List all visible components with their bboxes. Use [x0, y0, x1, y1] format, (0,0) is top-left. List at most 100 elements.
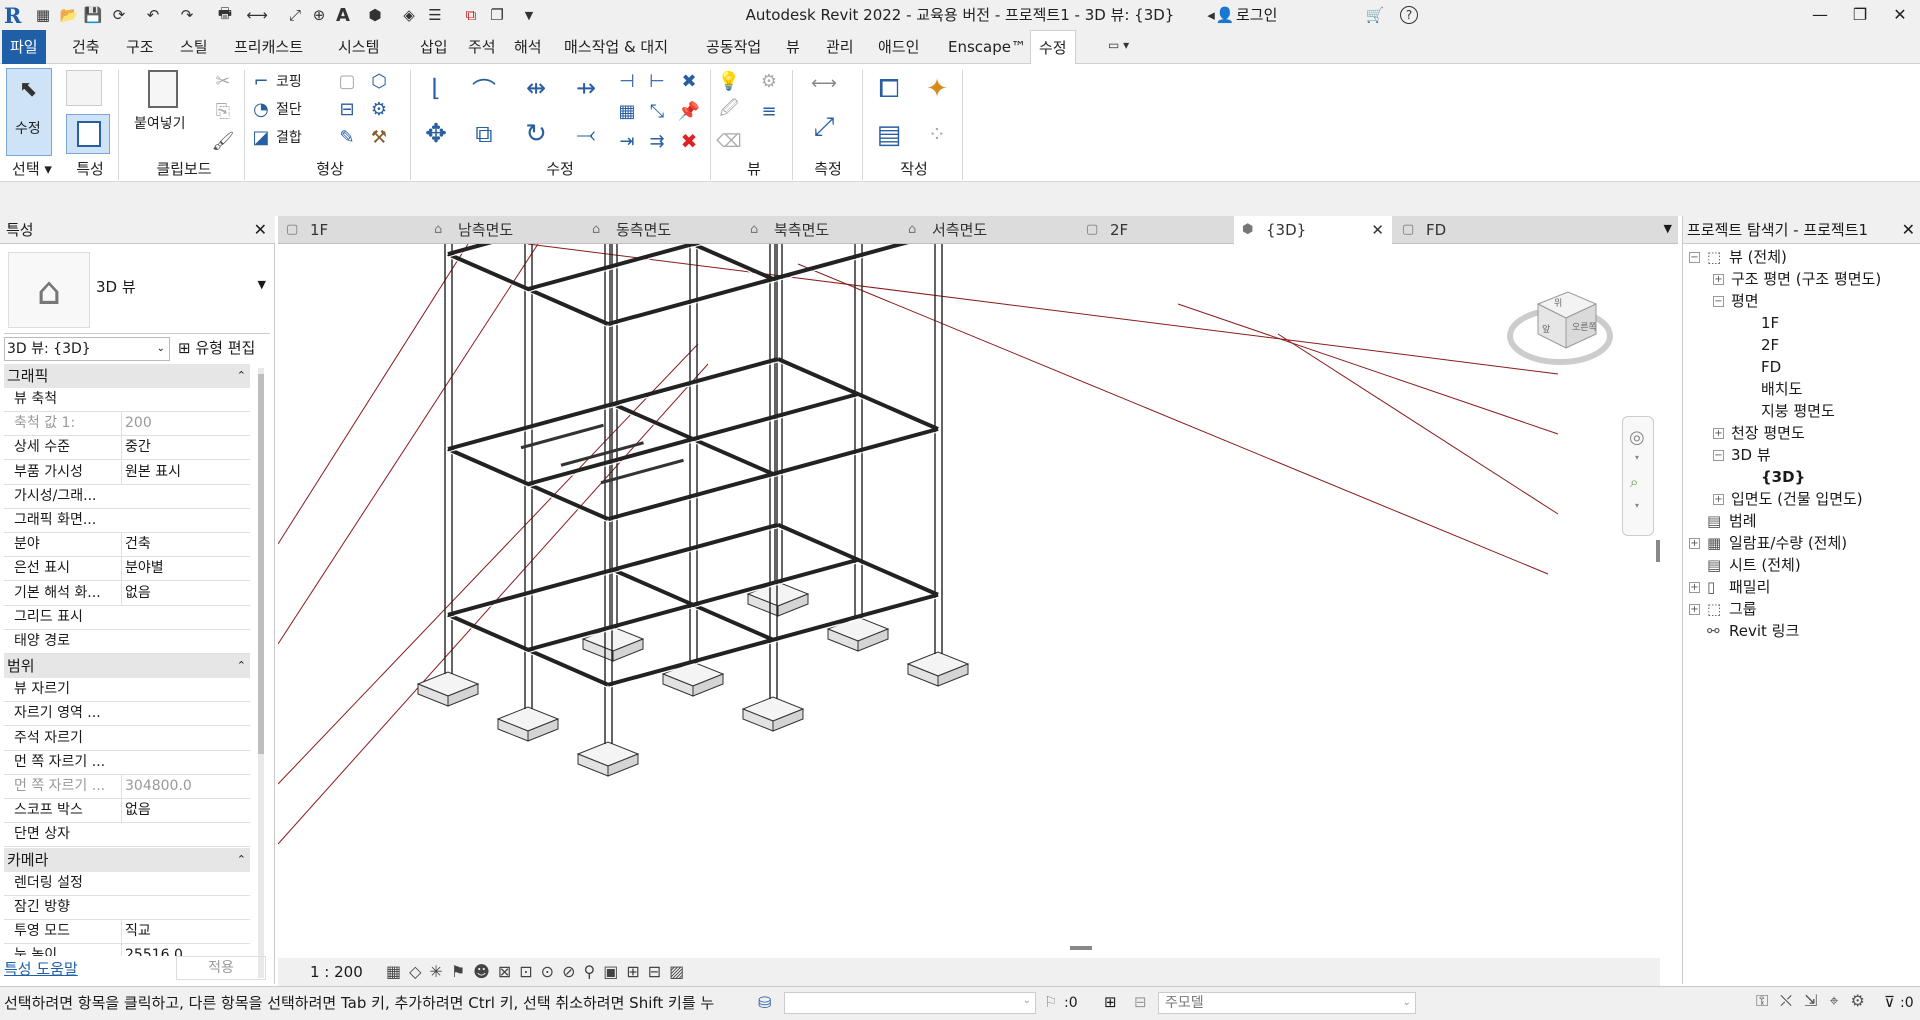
collapse-icon[interactable]: ⌃ — [237, 654, 246, 678]
panel-options-icon[interactable]: ▭ ▾ — [1108, 38, 1129, 52]
split-gap-icon[interactable]: ⊢ — [644, 68, 670, 94]
tree-node[interactable]: + ⬚ 그룹 — [1689, 598, 1909, 620]
property-value[interactable]: 없음 — [121, 581, 249, 605]
view-tab-3[interactable]: ⌂ 북측면도 — [742, 216, 898, 244]
tag-icon[interactable]: ⊕ — [308, 4, 330, 26]
close-icon[interactable]: ✕ — [254, 216, 267, 244]
pin-icon[interactable]: 📌 — [676, 98, 702, 124]
cut-icon[interactable]: ✂ — [210, 68, 236, 94]
view-tab-1[interactable]: ⌂ 남측면도 — [426, 216, 582, 244]
print-icon[interactable]: 🖶 — [214, 4, 236, 26]
menu-tab-7[interactable]: 주석 — [460, 30, 504, 64]
move-icon[interactable]: ✥ — [418, 116, 454, 152]
instance-selector[interactable]: 3D 뷰: {3D} ⌄ — [4, 337, 170, 361]
menu-tab-4[interactable]: 프리캐스트 — [226, 30, 311, 64]
menu-tab-2[interactable]: 구조 — [118, 30, 162, 64]
menu-tab-10[interactable]: 공동작업 — [698, 30, 769, 64]
property-group[interactable]: 범위 ⌃ — [4, 654, 250, 679]
scrollbar[interactable] — [258, 368, 264, 978]
tree-node[interactable]: ▤ 범례 — [1689, 510, 1909, 532]
menu-tab-14[interactable]: Enscape™ — [940, 30, 1034, 64]
menu-tab-11[interactable]: 뷰 — [778, 30, 808, 64]
restore-button[interactable]: ❐ — [1840, 0, 1880, 30]
steering-wheel-icon[interactable]: ◎ — [1629, 427, 1645, 448]
menu-tab-9[interactable]: 매스작업 & 대지 — [556, 30, 676, 64]
tree-node[interactable]: ⚯ Revit 링크 — [1689, 620, 1909, 642]
property-value[interactable]: 원본 표시 — [121, 460, 249, 484]
tree-node[interactable]: 1F — [1737, 312, 1920, 334]
create-similar-icon[interactable]: ⁘ — [918, 116, 956, 154]
edit-type-button[interactable]: ⊞ 유형 편집 — [174, 337, 270, 361]
expand-icon[interactable]: + — [1713, 428, 1724, 439]
join-icon[interactable]: ◪ — [248, 124, 274, 150]
active-option-icon[interactable]: ⊟ — [1134, 993, 1147, 1011]
create-parts-icon[interactable]: ✦ — [918, 70, 956, 108]
revit-logo-icon[interactable]: R — [4, 3, 26, 28]
create-group-icon[interactable]: ▤ — [870, 116, 908, 154]
linework-icon[interactable]: ✎ — [334, 124, 360, 150]
tree-node[interactable]: + 천장 평면도 — [1713, 422, 1920, 444]
tree-node[interactable]: FD — [1737, 356, 1920, 378]
hammer-icon[interactable]: ⚒ — [366, 124, 392, 150]
chevron-down-icon[interactable]: ▾ — [1635, 453, 1639, 462]
menu-tab-15[interactable]: 수정 — [1030, 30, 1076, 64]
property-value[interactable]: 없음 — [121, 799, 249, 823]
tree-node[interactable]: 배치도 — [1737, 378, 1920, 400]
copy-icon[interactable]: ⎘ — [210, 98, 236, 124]
view-tab-7[interactable]: ▢ FD — [1394, 216, 1554, 244]
paste-button[interactable]: 붙여넣기 — [130, 68, 200, 148]
minimize-button[interactable]: — — [1800, 0, 1840, 30]
menu-tab-5[interactable]: 시스템 — [330, 30, 387, 64]
split-face-icon[interactable]: ▢ — [334, 68, 360, 94]
redo-icon[interactable]: ↷ — [176, 4, 198, 26]
expand-icon[interactable]: + — [1689, 538, 1700, 549]
scrollbar-thumb[interactable] — [258, 374, 264, 754]
view-tab-2[interactable]: ⌂ 동측면도 — [584, 216, 740, 244]
tree-node[interactable]: − ⬚ 뷰 (전체) — [1689, 246, 1909, 268]
scale-icon[interactable]: ⤡ — [644, 98, 670, 124]
view-tab-4[interactable]: ⌂ 서측면도 — [900, 216, 1076, 244]
property-group[interactable]: 카메라 ⌃ — [4, 847, 250, 872]
rotate-icon[interactable]: ↻ — [518, 116, 554, 152]
collapse-icon[interactable]: − — [1713, 450, 1724, 461]
tree-node[interactable]: − 평면 — [1713, 290, 1920, 312]
demolish-icon[interactable]: ⚙ — [366, 96, 392, 122]
cut-geometry-icon[interactable]: ◔ — [248, 96, 274, 122]
tree-node[interactable]: −3D 뷰 — [1713, 444, 1920, 466]
tree-node[interactable]: 2F — [1737, 334, 1920, 356]
login-link[interactable]: 로그인 — [1236, 0, 1277, 30]
apply-button[interactable]: 적용 — [176, 956, 266, 980]
tree-node[interactable]: + 입면도 (건물 입면도) — [1713, 488, 1920, 510]
chevron-down-icon[interactable]: ▾ — [1635, 501, 1639, 510]
property-value[interactable]: 중간 — [121, 436, 249, 460]
measure-icon[interactable]: ⟷ — [246, 4, 268, 26]
selection-filter-icons[interactable]: ⚿⛌⇲⌖⚙ — [1756, 991, 1877, 1011]
sync-icon[interactable]: ⟳ — [108, 4, 130, 26]
text-icon[interactable]: A — [332, 4, 354, 26]
copy-element-icon[interactable]: ⧉ — [466, 116, 502, 152]
3d-view-canvas[interactable]: 위 앞 오른쪽 ◎ ▾ ⌕ ▾ — [278, 244, 1660, 954]
cart-icon[interactable]: 🛒 — [1364, 4, 1386, 26]
property-value[interactable]: 25516.0 — [121, 944, 249, 956]
thin-lines-icon[interactable]: ☰ — [424, 4, 446, 26]
tree-node[interactable]: 지붕 평면도 — [1737, 400, 1920, 422]
close-tab-icon[interactable]: ✕ — [1371, 216, 1384, 244]
filter-icon[interactable]: ⊽ — [1884, 993, 1895, 1011]
cut-geometry-label[interactable]: 절단 — [276, 98, 302, 122]
property-value[interactable]: 분야별 — [121, 557, 249, 581]
expand-icon[interactable]: + — [1713, 274, 1724, 285]
tree-node[interactable]: + 구조 평면 (구조 평면도) — [1713, 268, 1920, 290]
delete-icon[interactable]: ✖ — [676, 128, 702, 154]
expand-icon[interactable]: + — [1689, 582, 1700, 593]
trim-extend-icon[interactable]: ⇥ — [614, 128, 640, 154]
measure-between-icon[interactable]: ⟷ — [800, 70, 848, 96]
worksets-icon[interactable]: ⛁ — [758, 993, 771, 1012]
type-properties-icon[interactable] — [66, 70, 102, 106]
close-icon[interactable]: ✕ — [1902, 216, 1915, 244]
section-icon[interactable]: ◈ — [398, 4, 420, 26]
collapse-icon[interactable]: − — [1689, 252, 1700, 263]
save-icon[interactable]: 💾 — [82, 4, 104, 26]
linework-view-icon[interactable]: ≡ — [756, 98, 782, 124]
close-button[interactable]: ✕ — [1880, 0, 1920, 30]
design-options-icon[interactable]: ⊞ — [1104, 993, 1117, 1011]
